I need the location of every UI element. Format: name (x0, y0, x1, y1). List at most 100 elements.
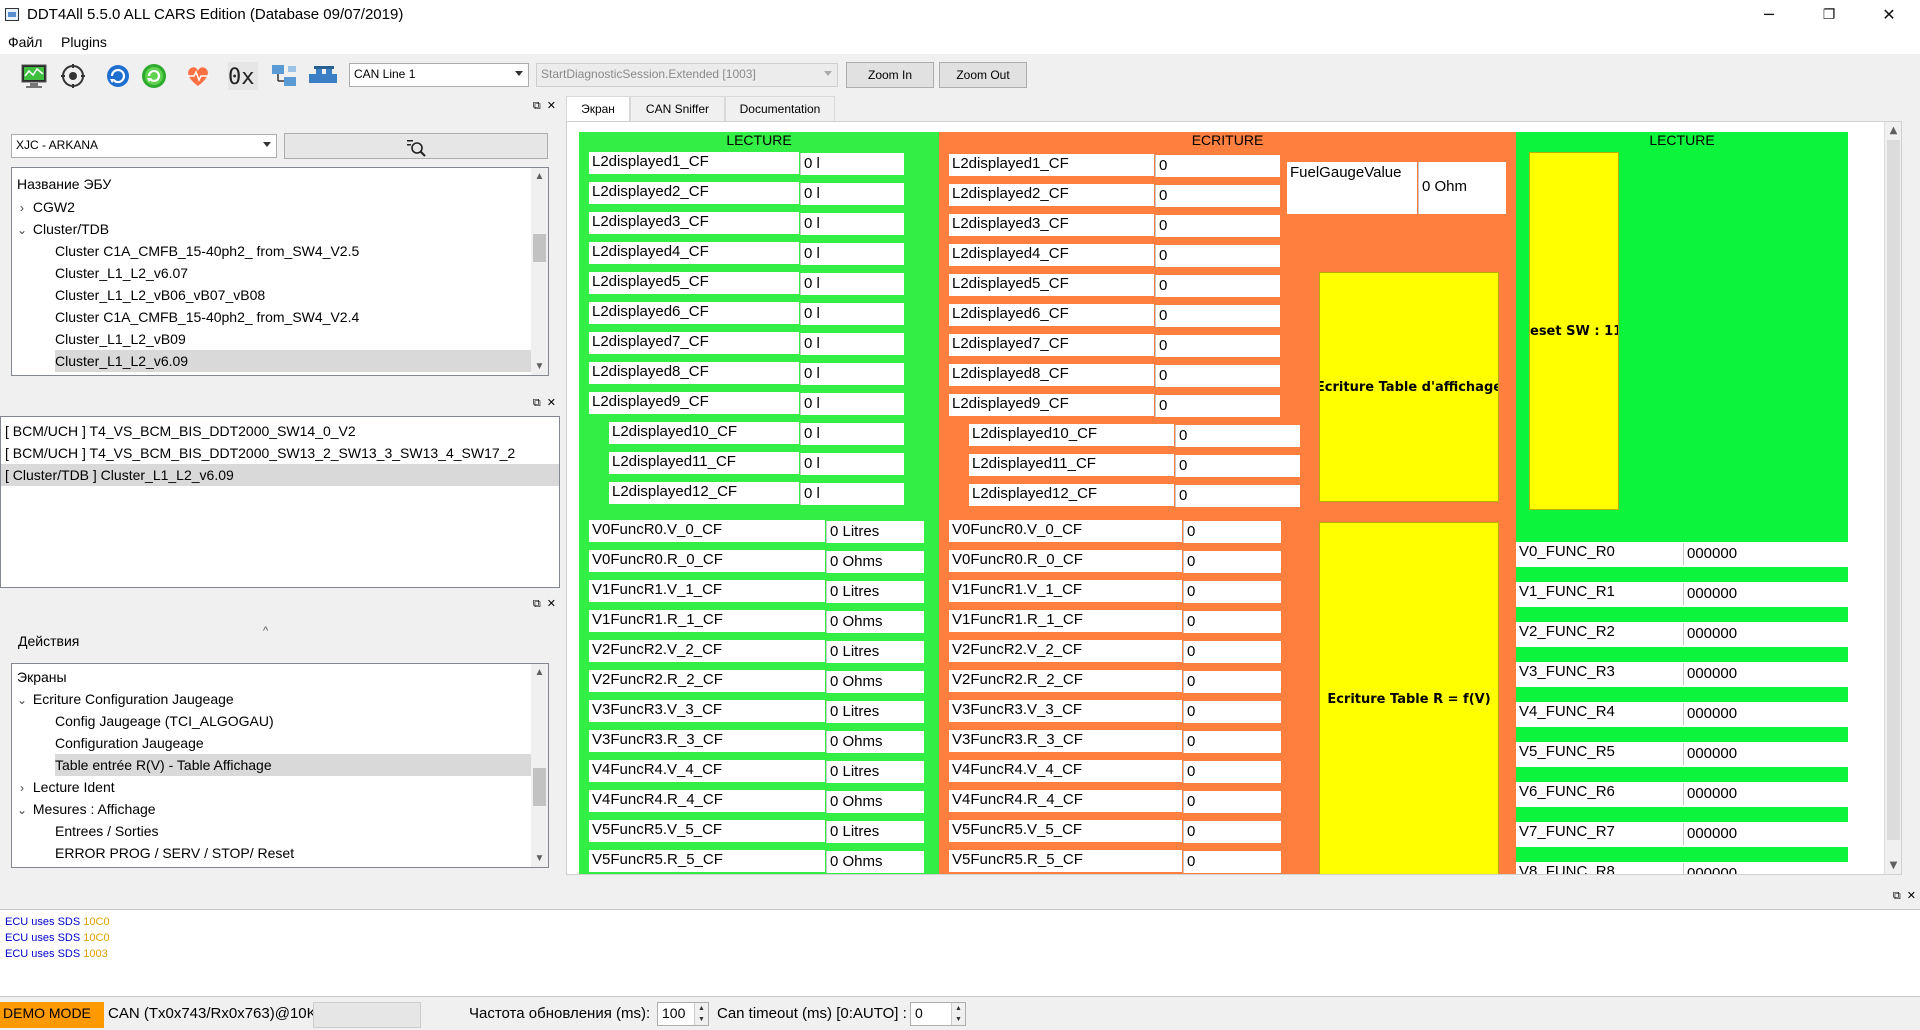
scroll-down-icon[interactable]: ▼ (531, 358, 548, 375)
scroll-up-icon[interactable]: ▲ (531, 168, 548, 185)
minimize-button[interactable]: ─ (1746, 0, 1792, 30)
ecriture-value-input[interactable]: 0 (1155, 275, 1280, 297)
ecriture-func-input[interactable]: 0 (1183, 611, 1281, 633)
ecu-search-button[interactable] (284, 133, 548, 159)
hex-icon[interactable]: 0x (228, 62, 258, 90)
float-icon[interactable]: ⧉ (533, 99, 541, 112)
spin-up-icon[interactable]: ▲ (951, 1003, 965, 1014)
ecriture-func-input[interactable]: 0 (1183, 701, 1281, 723)
scroll-thumb[interactable] (533, 234, 546, 262)
tab-documentation[interactable]: Documentation (725, 96, 835, 122)
close-icon[interactable]: ✕ (1907, 889, 1916, 902)
tree-item-ecu[interactable]: Cluster C1A_CMFB_15-40ph2_ from_SW4_V2.4 (55, 306, 359, 328)
refresh-icon[interactable] (103, 62, 133, 90)
chevron-right-icon[interactable]: › (15, 777, 29, 799)
tree-item-ecu[interactable]: Cluster_L1_L2_vB06_vB07_vB08 (55, 284, 265, 306)
settings-connection-icon[interactable] (58, 62, 88, 90)
ecriture-func-input[interactable]: 0 (1183, 551, 1281, 573)
ecriture-value-input[interactable]: 0 (1155, 155, 1280, 177)
pipe-icon[interactable] (308, 62, 338, 90)
float-icon[interactable]: ⧉ (533, 396, 541, 409)
vehicle-select[interactable]: XJC - ARKANA (11, 134, 277, 158)
write-r-table-button[interactable]: Ecriture Table R = f(V) (1319, 522, 1499, 874)
monitor-icon[interactable] (19, 62, 49, 90)
ecriture-func-input[interactable]: 0 (1183, 821, 1281, 843)
can-line-select[interactable]: CAN Line 1 (349, 63, 529, 87)
menu-plugins[interactable]: Plugins (61, 34, 107, 50)
scroll-up-icon[interactable]: ▲ (1885, 122, 1901, 139)
scroll-up-icon[interactable]: ▲ (531, 664, 548, 681)
write-display-table-button[interactable]: Ecriture Table d'affichage (1319, 272, 1499, 502)
list-item[interactable]: [ BCM/UCH ] T4_VS_BCM_BIS_DDT2000_SW13_2… (5, 442, 515, 464)
ecriture-value-input[interactable]: 0 (1155, 395, 1280, 417)
refresh-rate-spinner[interactable]: 100 ▲ ▼ (657, 1002, 709, 1026)
ecriture-value-input[interactable]: 0 (1175, 485, 1300, 507)
tree-item-screen[interactable]: Entrees / Sorties (55, 820, 159, 842)
ecriture-func-input[interactable]: 0 (1183, 851, 1281, 873)
ecriture-func-input[interactable]: 0 (1183, 761, 1281, 783)
tree-item-ecu-selected[interactable]: Cluster_L1_L2_v6.09 (55, 350, 533, 372)
zoom-out-button[interactable]: Zoom Out (939, 62, 1027, 88)
menu-file[interactable]: Файл (8, 34, 42, 50)
heart-icon[interactable] (183, 62, 213, 90)
tree-item-screen[interactable]: ERROR PROG / SERV / STOP/ Reset (55, 842, 294, 864)
chevron-down-icon[interactable]: ⌄ (15, 799, 29, 821)
zoom-in-button[interactable]: Zoom In (846, 62, 934, 88)
tree-item-category[interactable]: ⌄ Ecriture Configuration Jaugeage (15, 688, 234, 710)
ecriture-value-input[interactable]: 0 (1155, 365, 1280, 387)
ecriture-value-input[interactable]: 0 (1155, 305, 1280, 327)
tree-item-category[interactable]: ⌄ Mesures : Affichage (15, 798, 156, 820)
ecriture-value-input[interactable]: 0 (1155, 185, 1280, 207)
reset-sw-button[interactable]: eset SW : 11 ( (1529, 152, 1619, 510)
tree-item-screen[interactable]: Config Jaugeage (TCI_ALGOGAU) (55, 710, 274, 732)
tree-item-screen[interactable]: Configuration Jaugeage (55, 732, 204, 754)
tree-item-screen-selected[interactable]: Table entrée R(V) - Table Affichage (55, 754, 533, 776)
tree-item-ecu[interactable]: Cluster_L1_L2_vB09 (55, 328, 186, 350)
close-icon[interactable]: ✕ (547, 597, 556, 610)
session-select[interactable]: StartDiagnosticSession.Extended [1003] (536, 63, 838, 87)
tab-can-sniffer[interactable]: CAN Sniffer (630, 96, 725, 122)
screen-scrollbar[interactable]: ▲ ▼ (1884, 122, 1901, 874)
ecriture-value-input[interactable]: 0 (1175, 455, 1300, 477)
network-icon[interactable] (270, 62, 300, 90)
screens-tree-scrollbar[interactable]: ▲ ▼ (531, 664, 548, 867)
tree-item-cluster-tdb[interactable]: ⌄ Cluster/TDB (15, 218, 109, 240)
float-icon[interactable]: ⧉ (1893, 889, 1901, 902)
list-item-selected[interactable]: [ Cluster/TDB ] Cluster_L1_L2_v6.09 (1, 464, 559, 486)
scroll-thumb[interactable] (533, 768, 546, 806)
ecriture-func-input[interactable]: 0 (1183, 671, 1281, 693)
spin-down-icon[interactable]: ▼ (951, 1014, 965, 1025)
ecriture-func-input[interactable]: 0 (1183, 791, 1281, 813)
ecriture-func-input[interactable]: 0 (1183, 641, 1281, 663)
ecriture-func-input[interactable]: 0 (1183, 731, 1281, 753)
ecriture-value-input[interactable]: 0 (1155, 215, 1280, 237)
ecriture-func-input[interactable]: 0 (1183, 521, 1281, 543)
collapse-icon[interactable]: ^ (263, 625, 268, 637)
scroll-down-icon[interactable]: ▼ (531, 850, 548, 867)
maximize-button[interactable]: ❐ (1806, 0, 1852, 30)
list-item[interactable]: [ BCM/UCH ] T4_VS_BCM_BIS_DDT2000_SW14_0… (5, 420, 356, 442)
ecriture-value-input[interactable]: 0 (1155, 335, 1280, 357)
can-timeout-spinner[interactable]: 0 ▲ ▼ (910, 1002, 966, 1026)
close-button[interactable]: ✕ (1866, 0, 1912, 30)
green-refresh-icon[interactable] (139, 62, 169, 90)
ecriture-value-input[interactable]: 0 (1155, 245, 1280, 267)
close-icon[interactable]: ✕ (547, 99, 556, 112)
ecriture-func-input[interactable]: 0 (1183, 581, 1281, 603)
tree-item-ecu[interactable]: Cluster C1A_CMFB_15-40ph2_ from_SW4_V2.5 (55, 240, 359, 262)
float-icon[interactable]: ⧉ (533, 597, 541, 610)
tree-item-category[interactable]: › Lecture Ident (15, 776, 115, 798)
tab-screen[interactable]: Экран (566, 96, 630, 122)
spin-down-icon[interactable]: ▼ (694, 1014, 708, 1025)
tree-item-cgw2[interactable]: › CGW2 (15, 196, 75, 218)
chevron-down-icon[interactable]: ⌄ (15, 689, 29, 711)
close-icon[interactable]: ✕ (547, 396, 556, 409)
spin-up-icon[interactable]: ▲ (694, 1003, 708, 1014)
scroll-thumb[interactable] (1887, 140, 1900, 840)
scroll-down-icon[interactable]: ▼ (1885, 857, 1901, 874)
ecu-tree-scrollbar[interactable]: ▲ ▼ (531, 168, 548, 375)
chevron-down-icon[interactable]: ⌄ (15, 219, 29, 241)
chevron-right-icon[interactable]: › (15, 197, 29, 219)
tree-item-ecu[interactable]: Cluster_L1_L2_v6.07 (55, 262, 188, 284)
ecriture-value-input[interactable]: 0 (1175, 425, 1300, 447)
